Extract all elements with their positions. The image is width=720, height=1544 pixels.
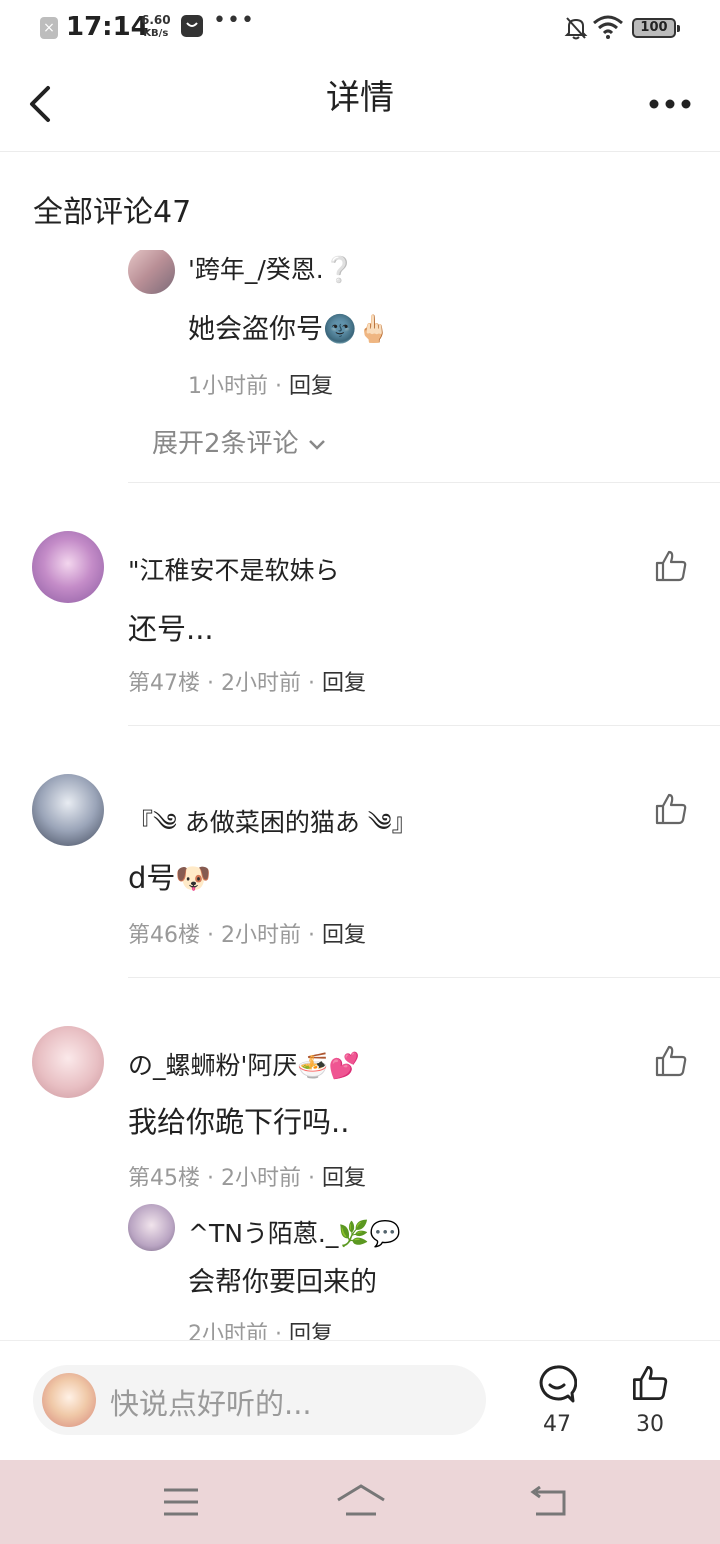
reply-button[interactable]: 回复 xyxy=(322,1166,366,1191)
system-back-button[interactable] xyxy=(530,1486,570,1518)
comment-divider xyxy=(128,725,720,726)
comment-bubble-icon xyxy=(539,1365,577,1403)
more-dots-icon xyxy=(649,99,691,109)
comment-divider xyxy=(128,482,720,483)
reply-avatar[interactable] xyxy=(128,1204,175,1251)
comment-username[interactable]: "江稚安不是软妹ら xyxy=(128,551,340,587)
like-post-button[interactable] xyxy=(631,1364,669,1402)
more-notifications: ••• xyxy=(213,8,255,33)
expand-replies-button[interactable]: 展开2条评论 xyxy=(152,423,327,460)
comment-floor-time: 第45楼 · 2小时前 · xyxy=(128,1166,322,1191)
mute-bell-icon xyxy=(564,15,588,41)
chevron-down-icon xyxy=(308,439,325,450)
reply-text: 会帮你要回来的 xyxy=(188,1267,377,1298)
partial-reply: '跨年_/癸恩.❔ xyxy=(128,250,720,295)
more-options-button[interactable] xyxy=(648,94,692,114)
battery-indicator: 100 xyxy=(632,18,680,38)
reply-avatar[interactable] xyxy=(128,250,175,294)
my-avatar xyxy=(42,1373,96,1427)
network-speed-value: 6.60 xyxy=(141,13,171,27)
network-speed-unit: KB/s xyxy=(143,28,169,39)
comment-meta: 第45楼 · 2小时前 · 回复 xyxy=(128,1160,366,1192)
comments-section-title: 全部评论47 xyxy=(33,195,192,230)
like-count: 30 xyxy=(636,1412,664,1437)
comment-avatar[interactable] xyxy=(32,1026,104,1098)
home-button[interactable] xyxy=(336,1484,386,1518)
menu-button[interactable] xyxy=(162,1486,200,1518)
comment-avatar[interactable] xyxy=(32,774,104,846)
status-time: 17:14 xyxy=(66,12,149,42)
comment-text: 我给你跪下行吗.. xyxy=(128,1105,350,1139)
like-button[interactable] xyxy=(654,1044,688,1078)
comment-floor-time: 第46楼 · 2小时前 · xyxy=(128,923,322,948)
comment-meta: 第46楼 · 2小时前 · 回复 xyxy=(128,917,366,949)
page-title: 详情 xyxy=(326,78,394,118)
comment-input-placeholder[interactable]: 快说点好听的... xyxy=(110,1381,312,1423)
reply-meta: 1小时前 · 回复 xyxy=(188,368,333,400)
comment-username[interactable]: の_螺蛳粉'阿厌🍜💕 xyxy=(128,1046,360,1082)
reply-text: 她会盗你号🌚🖕🏻 xyxy=(188,314,391,345)
comment-text: d号🐶 xyxy=(128,861,212,895)
close-notification-icon: × xyxy=(40,17,58,39)
comment-meta: 第47楼 · 2小时前 · 回复 xyxy=(128,665,366,697)
network-speed: 6.60 KB/s xyxy=(141,14,171,40)
like-button[interactable] xyxy=(654,549,688,583)
app-notification-icon xyxy=(181,15,203,37)
reply-username[interactable]: ^TNう陌蒽._🌿💬 xyxy=(188,1214,401,1250)
like-button[interactable] xyxy=(654,792,688,826)
thumbs-up-icon xyxy=(655,550,687,582)
comment-avatar[interactable] xyxy=(32,531,104,603)
thumbs-up-icon xyxy=(655,1045,687,1077)
comments-button[interactable] xyxy=(537,1364,577,1404)
wifi-icon xyxy=(592,15,624,39)
comment-floor-time: 第47楼 · 2小时前 · xyxy=(128,671,322,696)
reply-username[interactable]: '跨年_/癸恩.❔ xyxy=(188,250,355,286)
reply-time: 1小时前 · xyxy=(188,374,289,399)
menu-icon xyxy=(164,1488,198,1516)
reply-button[interactable]: 回复 xyxy=(322,671,366,696)
status-bar: × 17:14 6.60 KB/s ••• 100 xyxy=(0,0,720,60)
reply-button[interactable]: 回复 xyxy=(289,374,333,399)
thumbs-up-icon xyxy=(633,1366,668,1400)
expand-replies-label: 展开2条评论 xyxy=(152,429,299,459)
comment-divider xyxy=(128,977,720,978)
header-divider xyxy=(0,151,720,152)
thumbs-up-icon xyxy=(655,793,687,825)
reply-button[interactable]: 回复 xyxy=(322,923,366,948)
comment-text: 还号... xyxy=(128,612,214,646)
home-icon xyxy=(337,1484,385,1516)
back-nav-icon xyxy=(530,1486,566,1516)
comment-count: 47 xyxy=(543,1412,571,1437)
